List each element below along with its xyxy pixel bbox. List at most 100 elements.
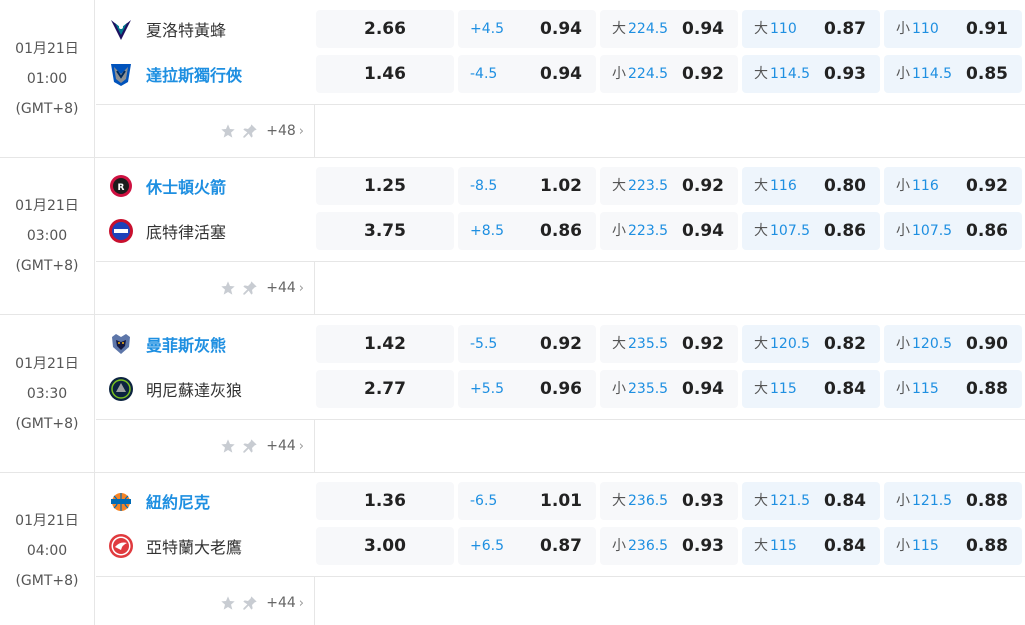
team-total-under-cell[interactable]: 小 121.5 0.88 (884, 482, 1022, 520)
line-prefix: 小 (896, 538, 910, 554)
total-cell[interactable]: 大 224.5 0.94 (600, 10, 738, 48)
team-total-over-cell[interactable]: 大 120.5 0.82 (742, 325, 880, 363)
moneyline-cell[interactable]: 2.66 (316, 10, 454, 48)
pin-icon[interactable] (242, 438, 258, 454)
team-total-over-cell[interactable]: 大 114.5 0.93 (742, 55, 880, 93)
odds-value: 0.80 (824, 176, 866, 196)
team-total-over-cell[interactable]: 大 116 0.80 (742, 167, 880, 205)
moneyline-cell[interactable]: 1.46 (316, 55, 454, 93)
team-info: 紐約尼克 (108, 478, 210, 523)
star-icon[interactable] (220, 595, 236, 611)
odds-value: 0.84 (824, 491, 866, 511)
team-total-over-cell[interactable]: 大 121.5 0.84 (742, 482, 880, 520)
moneyline-cell[interactable]: 3.00 (316, 527, 454, 565)
more-markets-button[interactable]: +48 › (220, 119, 304, 143)
timberwolves-logo-icon (108, 376, 134, 402)
line-prefix: 小 (896, 21, 910, 37)
total-cell[interactable]: 小 224.5 0.92 (600, 55, 738, 93)
mavericks-logo-icon (108, 61, 134, 87)
handicap-cell[interactable]: -4.5 0.94 (458, 55, 596, 93)
more-markets-count: +44 (266, 280, 296, 296)
team-name[interactable]: 曼菲斯灰熊 (146, 332, 226, 356)
match-clock: 01:00 (26, 70, 68, 87)
total-cell[interactable]: 小 236.5 0.93 (600, 527, 738, 565)
moneyline-cell[interactable]: 2.77 (316, 370, 454, 408)
handicap-line: -4.5 (470, 66, 498, 82)
pin-icon[interactable] (242, 595, 258, 611)
match-timezone: (GMT+8) (15, 257, 79, 274)
handicap-line: -6.5 (470, 493, 498, 509)
team-total-over-cell[interactable]: 大 107.5 0.86 (742, 212, 880, 250)
grizzlies-logo-icon (108, 331, 134, 357)
moneyline-cell[interactable]: 1.36 (316, 482, 454, 520)
team-total-under-cell[interactable]: 小 120.5 0.90 (884, 325, 1022, 363)
odds-value: 0.88 (966, 536, 1008, 556)
line-prefix: 小 (612, 66, 626, 82)
line-label: 小 107.5 (896, 212, 952, 250)
more-markets-button[interactable]: +44 › (220, 434, 304, 458)
moneyline-cell[interactable]: 3.75 (316, 212, 454, 250)
team-info: 達拉斯獨行俠 (108, 51, 242, 96)
team-total-over-cell[interactable]: 大 110 0.87 (742, 10, 880, 48)
match-clock: 04:00 (26, 542, 68, 559)
team-total-under-cell[interactable]: 小 116 0.92 (884, 167, 1022, 205)
extra-markets-row: +44 › (96, 419, 315, 473)
match-block: 01月21日 03:30 (GMT+8) 曼菲斯灰熊 1.42 -5.5 0.9… (0, 315, 1025, 473)
line-label: 大 121.5 (754, 482, 810, 520)
pin-icon[interactable] (242, 280, 258, 296)
line-prefix: 大 (612, 493, 626, 509)
more-markets-button[interactable]: +44 › (220, 276, 304, 300)
pin-icon[interactable] (242, 123, 258, 139)
team-info: 曼菲斯灰熊 (108, 321, 226, 366)
total-cell[interactable]: 大 223.5 0.92 (600, 167, 738, 205)
star-icon[interactable] (220, 438, 236, 454)
odds-value: 0.93 (824, 64, 866, 84)
total-cell[interactable]: 小 235.5 0.94 (600, 370, 738, 408)
team-name[interactable]: 夏洛特黃蜂 (146, 17, 226, 41)
team-name[interactable]: 紐約尼克 (146, 489, 210, 513)
total-cell[interactable]: 大 236.5 0.93 (600, 482, 738, 520)
handicap-cell[interactable]: +5.5 0.96 (458, 370, 596, 408)
handicap-cell[interactable]: +4.5 0.94 (458, 10, 596, 48)
moneyline-cell[interactable]: 1.42 (316, 325, 454, 363)
line-value: 121.5 (770, 493, 811, 509)
team-total-over-cell[interactable]: 大 115 0.84 (742, 527, 880, 565)
team-row-home: 曼菲斯灰熊 1.42 -5.5 0.92 大 235.5 0.92 大 120.5 … (96, 321, 1025, 366)
line-label: 大 110 (754, 10, 797, 48)
line-label: 大 115 (754, 527, 797, 565)
handicap-cell[interactable]: +8.5 0.86 (458, 212, 596, 250)
team-name[interactable]: 休士頓火箭 (146, 174, 226, 198)
team-name[interactable]: 明尼蘇達灰狼 (146, 377, 242, 401)
total-cell[interactable]: 小 223.5 0.94 (600, 212, 738, 250)
odds-board: 01月21日 01:00 (GMT+8) 夏洛特黃蜂 2.66 +4.5 0.9… (0, 0, 1025, 625)
line-value: 223.5 (628, 223, 669, 239)
star-icon[interactable] (220, 280, 236, 296)
handicap-cell[interactable]: -8.5 1.02 (458, 167, 596, 205)
rockets-logo-icon: R (108, 173, 134, 199)
line-label: 小 223.5 (612, 212, 668, 250)
handicap-cell[interactable]: -6.5 1.01 (458, 482, 596, 520)
team-row-away: 亞特蘭大老鷹 3.00 +6.5 0.87 小 236.5 0.93 大 115 0… (96, 523, 1025, 568)
line-prefix: 大 (612, 336, 626, 352)
line-prefix: 大 (754, 493, 768, 509)
more-markets-button[interactable]: +44 › (220, 591, 304, 615)
divider (315, 419, 1025, 420)
team-name[interactable]: 底特律活塞 (146, 219, 226, 243)
line-prefix: 小 (896, 336, 910, 352)
team-name[interactable]: 達拉斯獨行俠 (146, 62, 242, 86)
team-total-under-cell[interactable]: 小 115 0.88 (884, 370, 1022, 408)
team-name[interactable]: 亞特蘭大老鷹 (146, 534, 242, 558)
odds-value: 0.84 (824, 379, 866, 399)
team-total-under-cell[interactable]: 小 107.5 0.86 (884, 212, 1022, 250)
total-cell[interactable]: 大 235.5 0.92 (600, 325, 738, 363)
moneyline-cell[interactable]: 1.25 (316, 167, 454, 205)
team-total-under-cell[interactable]: 小 114.5 0.85 (884, 55, 1022, 93)
handicap-cell[interactable]: -5.5 0.92 (458, 325, 596, 363)
team-total-under-cell[interactable]: 小 110 0.91 (884, 10, 1022, 48)
line-label: 大 116 (754, 167, 797, 205)
star-icon[interactable] (220, 123, 236, 139)
handicap-cell[interactable]: +6.5 0.87 (458, 527, 596, 565)
odds-value: 0.90 (966, 334, 1008, 354)
team-total-over-cell[interactable]: 大 115 0.84 (742, 370, 880, 408)
team-total-under-cell[interactable]: 小 115 0.88 (884, 527, 1022, 565)
